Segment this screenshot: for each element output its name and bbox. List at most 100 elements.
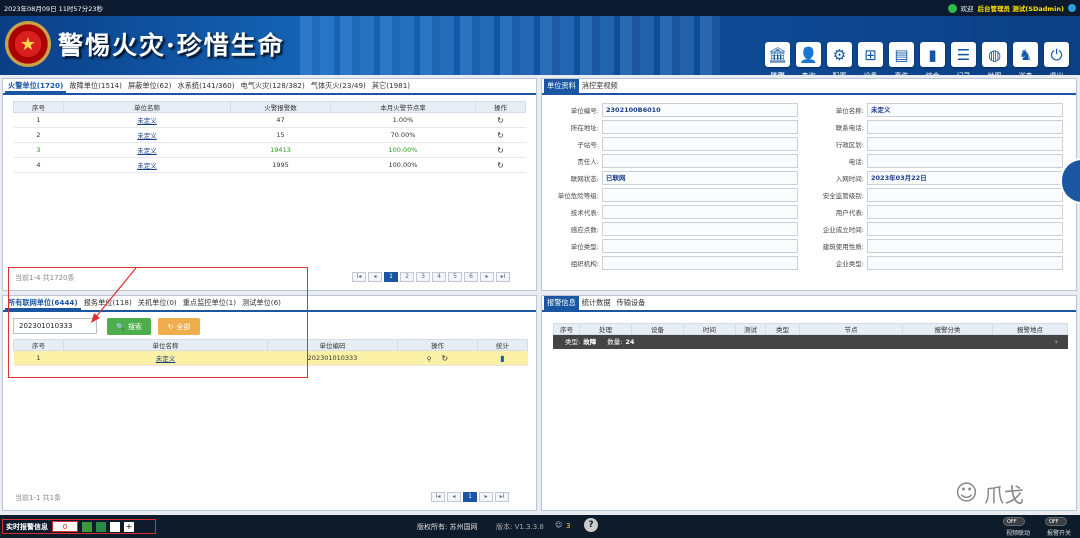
info-field-row: 建筑使用性质: xyxy=(807,237,1072,254)
column-header: 处理 xyxy=(579,323,632,335)
info-field-row: 感应点数: xyxy=(542,220,807,237)
field-label: 安全监管级别: xyxy=(822,191,864,200)
column-header: 测试 xyxy=(735,323,766,335)
realtime-alarm-label: 实时报警信息 xyxy=(6,522,48,531)
tab-0[interactable]: 单位资料 xyxy=(544,79,579,93)
field-value: 未定义 xyxy=(867,102,1063,117)
field-value xyxy=(867,204,1063,219)
info-field-row: 子站号: xyxy=(542,135,807,152)
field-label: 行政区划: xyxy=(835,140,864,149)
alarm-info-tabs: 报警信息 统计数据 传输设备 xyxy=(542,296,1076,312)
column-header: 报警分类 xyxy=(902,323,993,335)
info-field-row: 联网状态: 已联网 xyxy=(542,169,807,186)
home-icon[interactable] xyxy=(82,521,92,532)
field-label: 组织机构: xyxy=(570,259,599,268)
column-header: 设备 xyxy=(631,323,684,335)
tab-1[interactable]: 统计数据 xyxy=(579,296,614,310)
field-value xyxy=(602,136,798,151)
unit-info-left-fields: 单位编号: 2302100B6010 所在地址: 子站号: 责任人: 联网状态: 已联网 单位… xyxy=(542,101,807,271)
field-value xyxy=(602,238,798,253)
info-field-row: 组织机构: xyxy=(542,254,807,271)
info-field-row: 所在地址: xyxy=(542,118,807,135)
group-type-label: 类型: xyxy=(565,338,581,346)
field-label: 联网状态: xyxy=(570,174,599,183)
field-label: 电话: xyxy=(848,157,864,166)
realtime-alarm-box: 实时报警信息 0 + xyxy=(2,519,156,534)
info-field-row: 单位危险等级: xyxy=(542,186,807,203)
field-value xyxy=(602,153,798,168)
field-label: 用户代表: xyxy=(835,208,864,217)
info-field-row: 企业成立时间: xyxy=(807,220,1072,237)
column-header: 时间 xyxy=(683,323,736,335)
wechat-watermark-icon: ☺ xyxy=(955,480,978,506)
info-field-row: 用户代表: xyxy=(807,203,1072,220)
info-field-row: 联系电话: xyxy=(807,118,1072,135)
field-label: 单位编号: xyxy=(570,106,599,115)
field-value xyxy=(602,255,798,270)
field-label: 企业成立时间: xyxy=(822,225,864,234)
field-value xyxy=(602,119,798,134)
field-value xyxy=(602,221,798,236)
field-label: 建筑使用性质: xyxy=(822,242,864,251)
field-value: 2023年03月22日 xyxy=(867,170,1063,185)
footer-bar: 实时报警信息 0 + 版权所有: 苏州国网 版本: V1.3.3.8 ☺ 3 ?… xyxy=(0,515,1080,538)
online-user-icon: ☺ xyxy=(555,521,563,529)
info-field-row: 责任人: xyxy=(542,152,807,169)
info-field-row: 企业类型: xyxy=(807,254,1072,271)
group-count-value: 24 xyxy=(625,338,635,346)
field-label: 单位危险等级: xyxy=(557,191,599,200)
column-header: 序号 xyxy=(553,323,580,335)
add-icon[interactable]: + xyxy=(124,521,134,532)
field-label: 企业类型: xyxy=(835,259,864,268)
column-header: 节点 xyxy=(799,323,903,335)
watermark: ☺ 爪戈 xyxy=(955,476,1065,510)
column-header: 类型 xyxy=(765,323,800,335)
field-label: 技术代表: xyxy=(570,208,599,217)
column-header: 报警地点 xyxy=(992,323,1068,335)
field-label: 责任人: xyxy=(577,157,599,166)
field-value xyxy=(867,136,1063,151)
video-link-label: 视频联动 xyxy=(1006,530,1031,537)
info-field-row: 电话: xyxy=(807,152,1072,169)
copy-icon[interactable] xyxy=(110,521,120,532)
field-label: 所在地址: xyxy=(570,123,599,132)
info-field-row: 技术代表: xyxy=(542,203,807,220)
tab-1[interactable]: 消控室视频 xyxy=(579,79,621,93)
tab-2[interactable]: 传输设备 xyxy=(614,296,649,310)
field-value xyxy=(867,187,1063,202)
field-value: 已联网 xyxy=(602,170,798,185)
field-value xyxy=(867,153,1063,168)
field-label: 入网时间: xyxy=(835,174,864,183)
edit-icon[interactable] xyxy=(96,521,106,532)
video-link-toggle[interactable]: OFF xyxy=(1003,517,1025,526)
field-value xyxy=(867,255,1063,270)
alarm-table: 序号 处理 设备 时间 测试 类型 节点 报警分类 报警地点 xyxy=(553,323,1068,335)
help-icon[interactable]: ? xyxy=(584,518,598,532)
field-label: 子站号: xyxy=(577,140,599,149)
field-value xyxy=(602,187,798,202)
field-label: 感应点数: xyxy=(570,225,599,234)
unit-info-panel: 单位资料 消控室视频 单位编号: 2302100B6010 所在地址: 子站号: 责任人:… xyxy=(541,78,1077,291)
field-value xyxy=(867,238,1063,253)
info-field-row: 行政区划: xyxy=(807,135,1072,152)
group-type-value: 故障 xyxy=(583,338,597,346)
info-field-row: 单位名称: 未定义 xyxy=(807,101,1072,118)
tab-0[interactable]: 报警信息 xyxy=(544,296,579,310)
info-field-row: 单位类型: xyxy=(542,237,807,254)
online-count: 3 xyxy=(566,522,571,530)
alarm-group-row[interactable]: 类型: 故障 数量: 24 ▾ xyxy=(553,335,1068,349)
alarm-switch-toggle[interactable]: OFF xyxy=(1045,517,1067,526)
alarm-switch-label: 报警开关 xyxy=(1047,530,1072,537)
unit-info-right-fields: 单位名称: 未定义联系电话: 行政区划: 电话: 入网时间: 2023年03月22日 安全监… xyxy=(807,101,1072,271)
realtime-alarm-count: 0 xyxy=(52,521,78,532)
field-label: 单位类型: xyxy=(570,242,599,251)
field-value xyxy=(867,221,1063,236)
group-count-label: 数量: xyxy=(607,338,623,346)
unit-info-tabs: 单位资料 消控室视频 xyxy=(542,79,1076,95)
field-value: 2302100B6010 xyxy=(602,102,798,117)
version-text: 版本: V1.3.3.8 xyxy=(496,523,544,531)
field-label: 联系电话: xyxy=(835,123,864,132)
info-field-row: 单位编号: 2302100B6010 xyxy=(542,101,807,118)
field-value xyxy=(602,204,798,219)
expand-icon[interactable]: ▾ xyxy=(1055,335,1058,349)
